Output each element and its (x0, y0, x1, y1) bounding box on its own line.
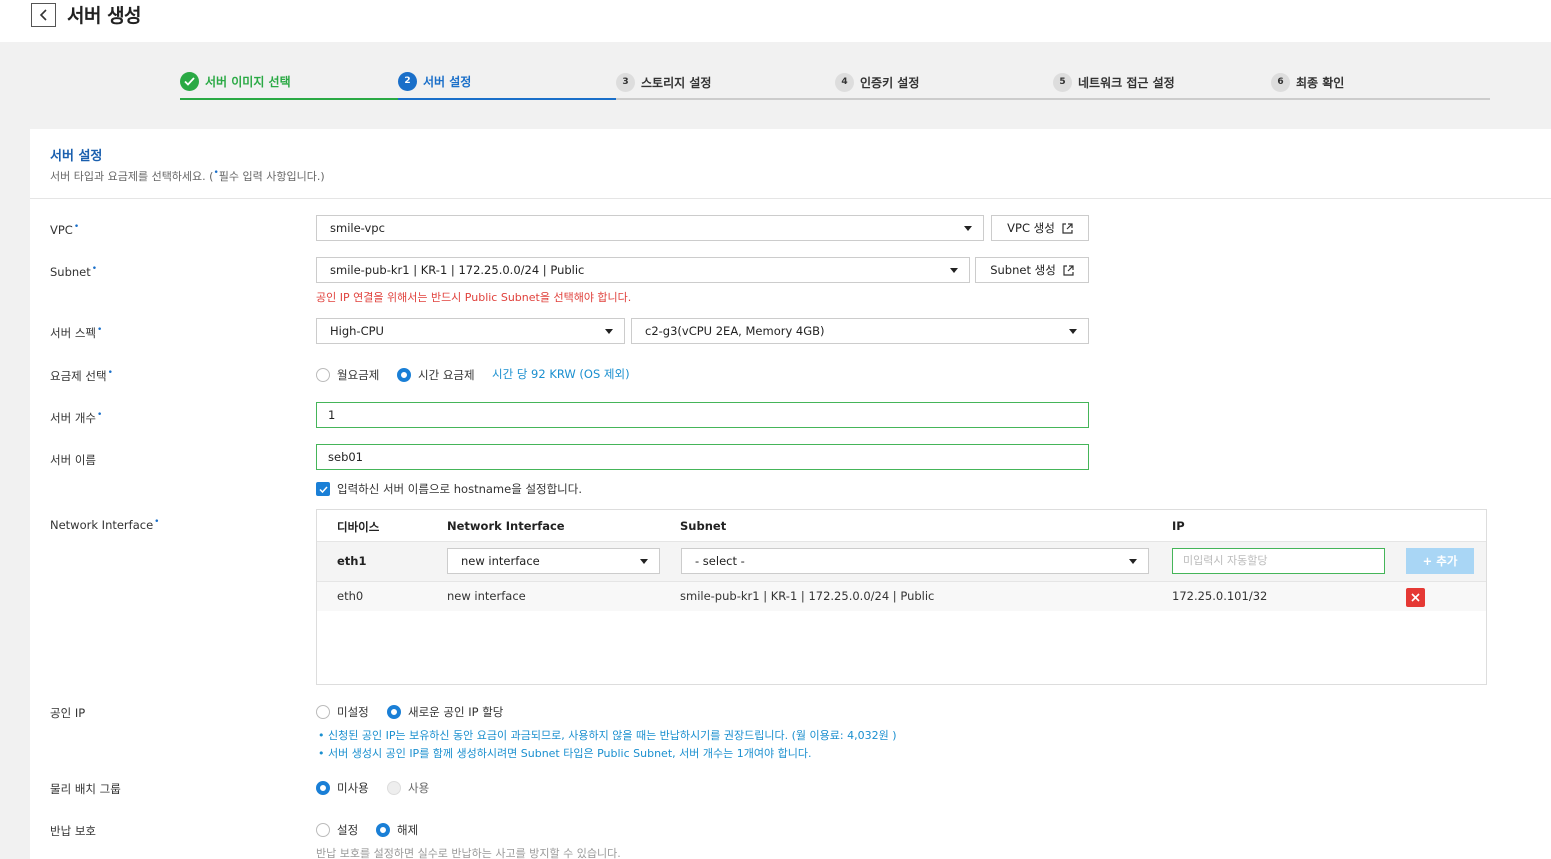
step-network-access[interactable]: 5 네트워크 접근 설정 (1053, 64, 1271, 100)
caret-down-icon (1069, 329, 1077, 334)
server-name-input[interactable]: seb01 (316, 444, 1089, 470)
spec-label: 서버 스펙• (50, 325, 103, 340)
ip-cell: 172.25.0.101/32 (1172, 589, 1268, 603)
billing-label: 요금제 선택• (50, 368, 113, 383)
public-ip-note: • 서버 생성시 공인 IP를 함께 생성하시려면 Subnet 타입은 Pub… (318, 747, 812, 760)
ip-input[interactable]: 미입력시 자동할당 (1172, 548, 1385, 574)
count-label: 서버 개수• (50, 410, 103, 425)
billing-monthly-radio[interactable]: 월요금제 (316, 367, 379, 383)
server-count-input[interactable]: 1 (316, 402, 1089, 428)
external-link-icon (1063, 264, 1074, 276)
caret-down-icon (640, 559, 648, 564)
step-label: 인증키 설정 (860, 75, 920, 90)
stepper: 서버 이미지 선택 2 서버 설정 3 스토리지 설정 4 인증키 설정 5 네… (180, 64, 1490, 100)
placement-off-radio[interactable]: 미사용 (316, 780, 369, 796)
chevron-left-icon (39, 9, 47, 21)
check-icon (180, 71, 199, 91)
page-title: 서버 생성 (67, 5, 142, 27)
vpc-label: VPC• (50, 222, 80, 237)
network-interface-table: 디바이스 Network Interface Subnet IP eth1 ne… (316, 509, 1487, 685)
subnet-cell: smile-pub-kr1 | KR-1 | 172.25.0.0/24 | P… (680, 589, 935, 603)
name-label: 서버 이름 (50, 453, 96, 467)
column-header: IP (1172, 519, 1185, 533)
back-button[interactable] (31, 3, 56, 27)
step-label: 서버 이미지 선택 (205, 74, 291, 89)
step-number: 6 (1271, 72, 1290, 92)
close-icon (1411, 593, 1420, 602)
network-interface-label: Network Interface• (50, 517, 160, 532)
check-icon (316, 482, 330, 496)
device-cell: eth1 (337, 554, 367, 568)
delete-interface-button[interactable] (1406, 588, 1425, 607)
divider (30, 198, 1551, 199)
server-settings-panel: 서버 설정 서버 타입과 요금제를 선택하세요. (•필수 입력 사항입니다.)… (30, 129, 1551, 859)
step-number: 5 (1053, 72, 1072, 92)
table-row: eth0 new interface smile-pub-kr1 | KR-1 … (317, 581, 1486, 611)
external-link-icon (1062, 222, 1073, 234)
public-ip-new-radio[interactable]: 새로운 공인 IP 할당 (387, 704, 503, 720)
table-row-new: eth1 new interface - select - 미입력시 자동할당 … (317, 541, 1486, 581)
subnet-warning: 공인 IP 연결을 위해서는 반드시 Public Subnet을 선택해야 합… (316, 291, 632, 304)
step-storage[interactable]: 3 스토리지 설정 (616, 64, 834, 100)
step-label: 최종 확인 (1296, 75, 1345, 90)
step-label: 네트워크 접근 설정 (1078, 75, 1175, 90)
section-description: 서버 타입과 요금제를 선택하세요. (•필수 입력 사항입니다.) (50, 168, 325, 183)
step-label: 스토리지 설정 (641, 75, 712, 90)
public-ip-label: 공인 IP (50, 706, 86, 720)
placement-on-radio[interactable]: 사용 (387, 780, 429, 796)
placement-group-label: 물리 배치 그룹 (50, 782, 121, 796)
step-auth-key[interactable]: 4 인증키 설정 (835, 64, 1053, 100)
step-server-settings[interactable]: 2 서버 설정 (398, 64, 616, 100)
step-number: 3 (616, 72, 635, 92)
spec-type-select[interactable]: High-CPU (316, 318, 625, 344)
step-number: 4 (835, 72, 854, 92)
termination-off-radio[interactable]: 해제 (376, 822, 418, 838)
termination-protection-label: 반납 보호 (50, 824, 96, 838)
add-interface-button[interactable]: + 추가 (1406, 548, 1474, 574)
subnet-select[interactable]: smile-pub-kr1 | KR-1 | 172.25.0.0/24 | P… (316, 257, 970, 283)
column-header: 디바이스 (337, 520, 380, 534)
hostname-checkbox[interactable]: 입력하신 서버 이름으로 hostname을 설정합니다. (316, 481, 582, 497)
public-ip-note: • 신청된 공인 IP는 보유하신 동안 요금이 과금되므로, 사용하지 않을 … (318, 729, 897, 742)
step-label: 서버 설정 (423, 74, 472, 89)
step-number: 2 (398, 71, 417, 91)
column-header: Subnet (680, 519, 727, 533)
termination-on-radio[interactable]: 설정 (316, 822, 358, 838)
subnet-create-button[interactable]: Subnet 생성 (975, 257, 1089, 283)
caret-down-icon (964, 226, 972, 231)
public-ip-none-radio[interactable]: 미설정 (316, 704, 369, 720)
step-final-review[interactable]: 6 최종 확인 (1271, 64, 1489, 100)
caret-down-icon (605, 329, 613, 334)
subnet-label: Subnet• (50, 264, 98, 279)
spec-size-select[interactable]: c2-g3(vCPU 2EA, Memory 4GB) (631, 318, 1089, 344)
billing-hourly-radio[interactable]: 시간 요금제 (397, 367, 475, 383)
interface-cell: new interface (447, 589, 526, 603)
vpc-create-button[interactable]: VPC 생성 (991, 215, 1089, 241)
billing-price-info: 시간 당 92 KRW (OS 제외) (492, 367, 630, 381)
column-header: Network Interface (447, 519, 565, 533)
ni-subnet-select[interactable]: - select - (681, 548, 1149, 574)
step-server-image[interactable]: 서버 이미지 선택 (180, 64, 398, 100)
caret-down-icon (1129, 559, 1137, 564)
interface-select[interactable]: new interface (447, 548, 660, 574)
termination-note: 반납 보호를 설정하면 실수로 반납하는 사고를 방지할 수 있습니다. (316, 847, 621, 859)
section-title: 서버 설정 (50, 149, 103, 164)
vpc-select[interactable]: smile-vpc (316, 215, 984, 241)
device-cell: eth0 (337, 589, 364, 603)
caret-down-icon (950, 268, 958, 273)
top-bar: 서버 생성 (0, 0, 1551, 42)
